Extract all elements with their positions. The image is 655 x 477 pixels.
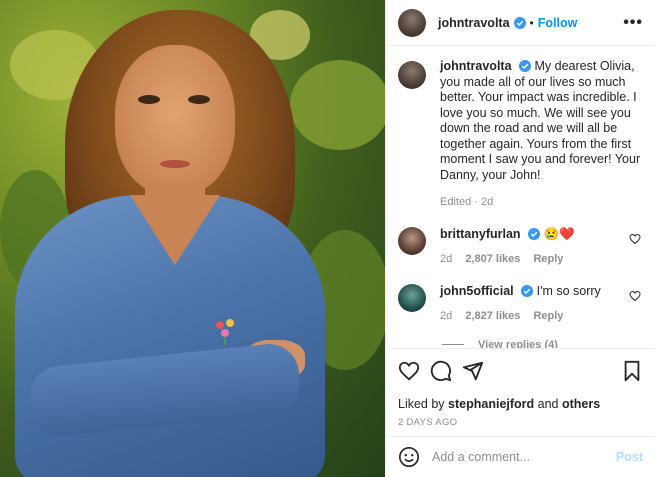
post-photo[interactable] [0, 0, 385, 477]
comment-item: john5official I'm so sorry 2d 2,827 like… [398, 283, 641, 325]
liked-by-connector: and [537, 397, 559, 411]
liked-by-others[interactable]: others [562, 397, 600, 411]
add-comment-bar: Post [386, 436, 655, 477]
avatar[interactable] [398, 8, 426, 37]
caption-text: My dearest Olivia, you made all of our l… [440, 59, 641, 182]
more-icon[interactable]: ••• [623, 14, 643, 32]
header-username[interactable]: johntravolta [438, 16, 510, 30]
verified-icon [519, 60, 532, 72]
reply-button[interactable]: Reply [533, 253, 563, 265]
liked-by-prefix: Liked by [398, 397, 445, 411]
verified-icon [521, 284, 534, 297]
avatar[interactable] [398, 283, 426, 312]
comment-item: brittanyfurlan 😢❤️ 2d 2,807 likes Reply [398, 226, 641, 268]
avatar[interactable] [398, 226, 426, 255]
comment-age: 2d [440, 310, 453, 322]
post-header: johntravolta • Follow ••• [386, 0, 655, 46]
caption-username[interactable]: johntravolta [440, 59, 512, 73]
caption-meta: Edited · 2d [440, 196, 494, 208]
heart-icon[interactable] [629, 233, 641, 245]
comment-username[interactable]: john5official [440, 284, 514, 298]
heart-icon[interactable] [398, 360, 420, 382]
post-caption: johntravolta My dearest Olivia, you made… [398, 59, 641, 211]
comment-input[interactable] [432, 450, 616, 464]
comment-username[interactable]: brittanyfurlan [440, 227, 521, 241]
post-sidebar: johntravolta • Follow ••• johntravolta M… [385, 0, 655, 477]
share-icon[interactable] [462, 360, 484, 382]
view-replies-label: View replies (4) [478, 338, 558, 349]
comment-text: 😢❤️ [543, 226, 575, 241]
verified-icon [528, 227, 541, 240]
likes-summary: Liked by stephaniejford and others [398, 397, 643, 411]
comment-text: I'm so sorry [536, 283, 601, 298]
view-replies[interactable]: View replies (4) [442, 338, 641, 349]
verified-icon [513, 16, 526, 29]
heart-icon[interactable] [629, 290, 641, 302]
embroidery [216, 319, 234, 345]
reply-button[interactable]: Reply [533, 310, 563, 322]
emoji-icon[interactable] [398, 446, 420, 468]
avatar[interactable] [398, 61, 426, 89]
post-date: 2 DAYS AGO [398, 417, 458, 428]
eye [138, 95, 160, 104]
bookmark-icon[interactable] [621, 360, 643, 382]
comments-section[interactable]: johntravolta My dearest Olivia, you made… [386, 47, 655, 348]
face [115, 45, 235, 195]
mouth [160, 160, 190, 168]
comment-icon[interactable] [430, 360, 452, 382]
post-button[interactable]: Post [616, 450, 643, 464]
eye [188, 95, 210, 104]
comment-likes[interactable]: 2,827 likes [465, 310, 520, 322]
follow-button[interactable]: Follow [538, 16, 578, 30]
divider [442, 344, 464, 345]
liked-by-user[interactable]: stephaniejford [448, 397, 534, 411]
post-actions: Liked by stephaniejford and others 2 DAY… [386, 348, 655, 436]
comment-likes[interactable]: 2,807 likes [465, 253, 520, 265]
comment-age: 2d [440, 253, 453, 265]
separator-dot: • [529, 15, 534, 30]
foliage [290, 60, 385, 150]
